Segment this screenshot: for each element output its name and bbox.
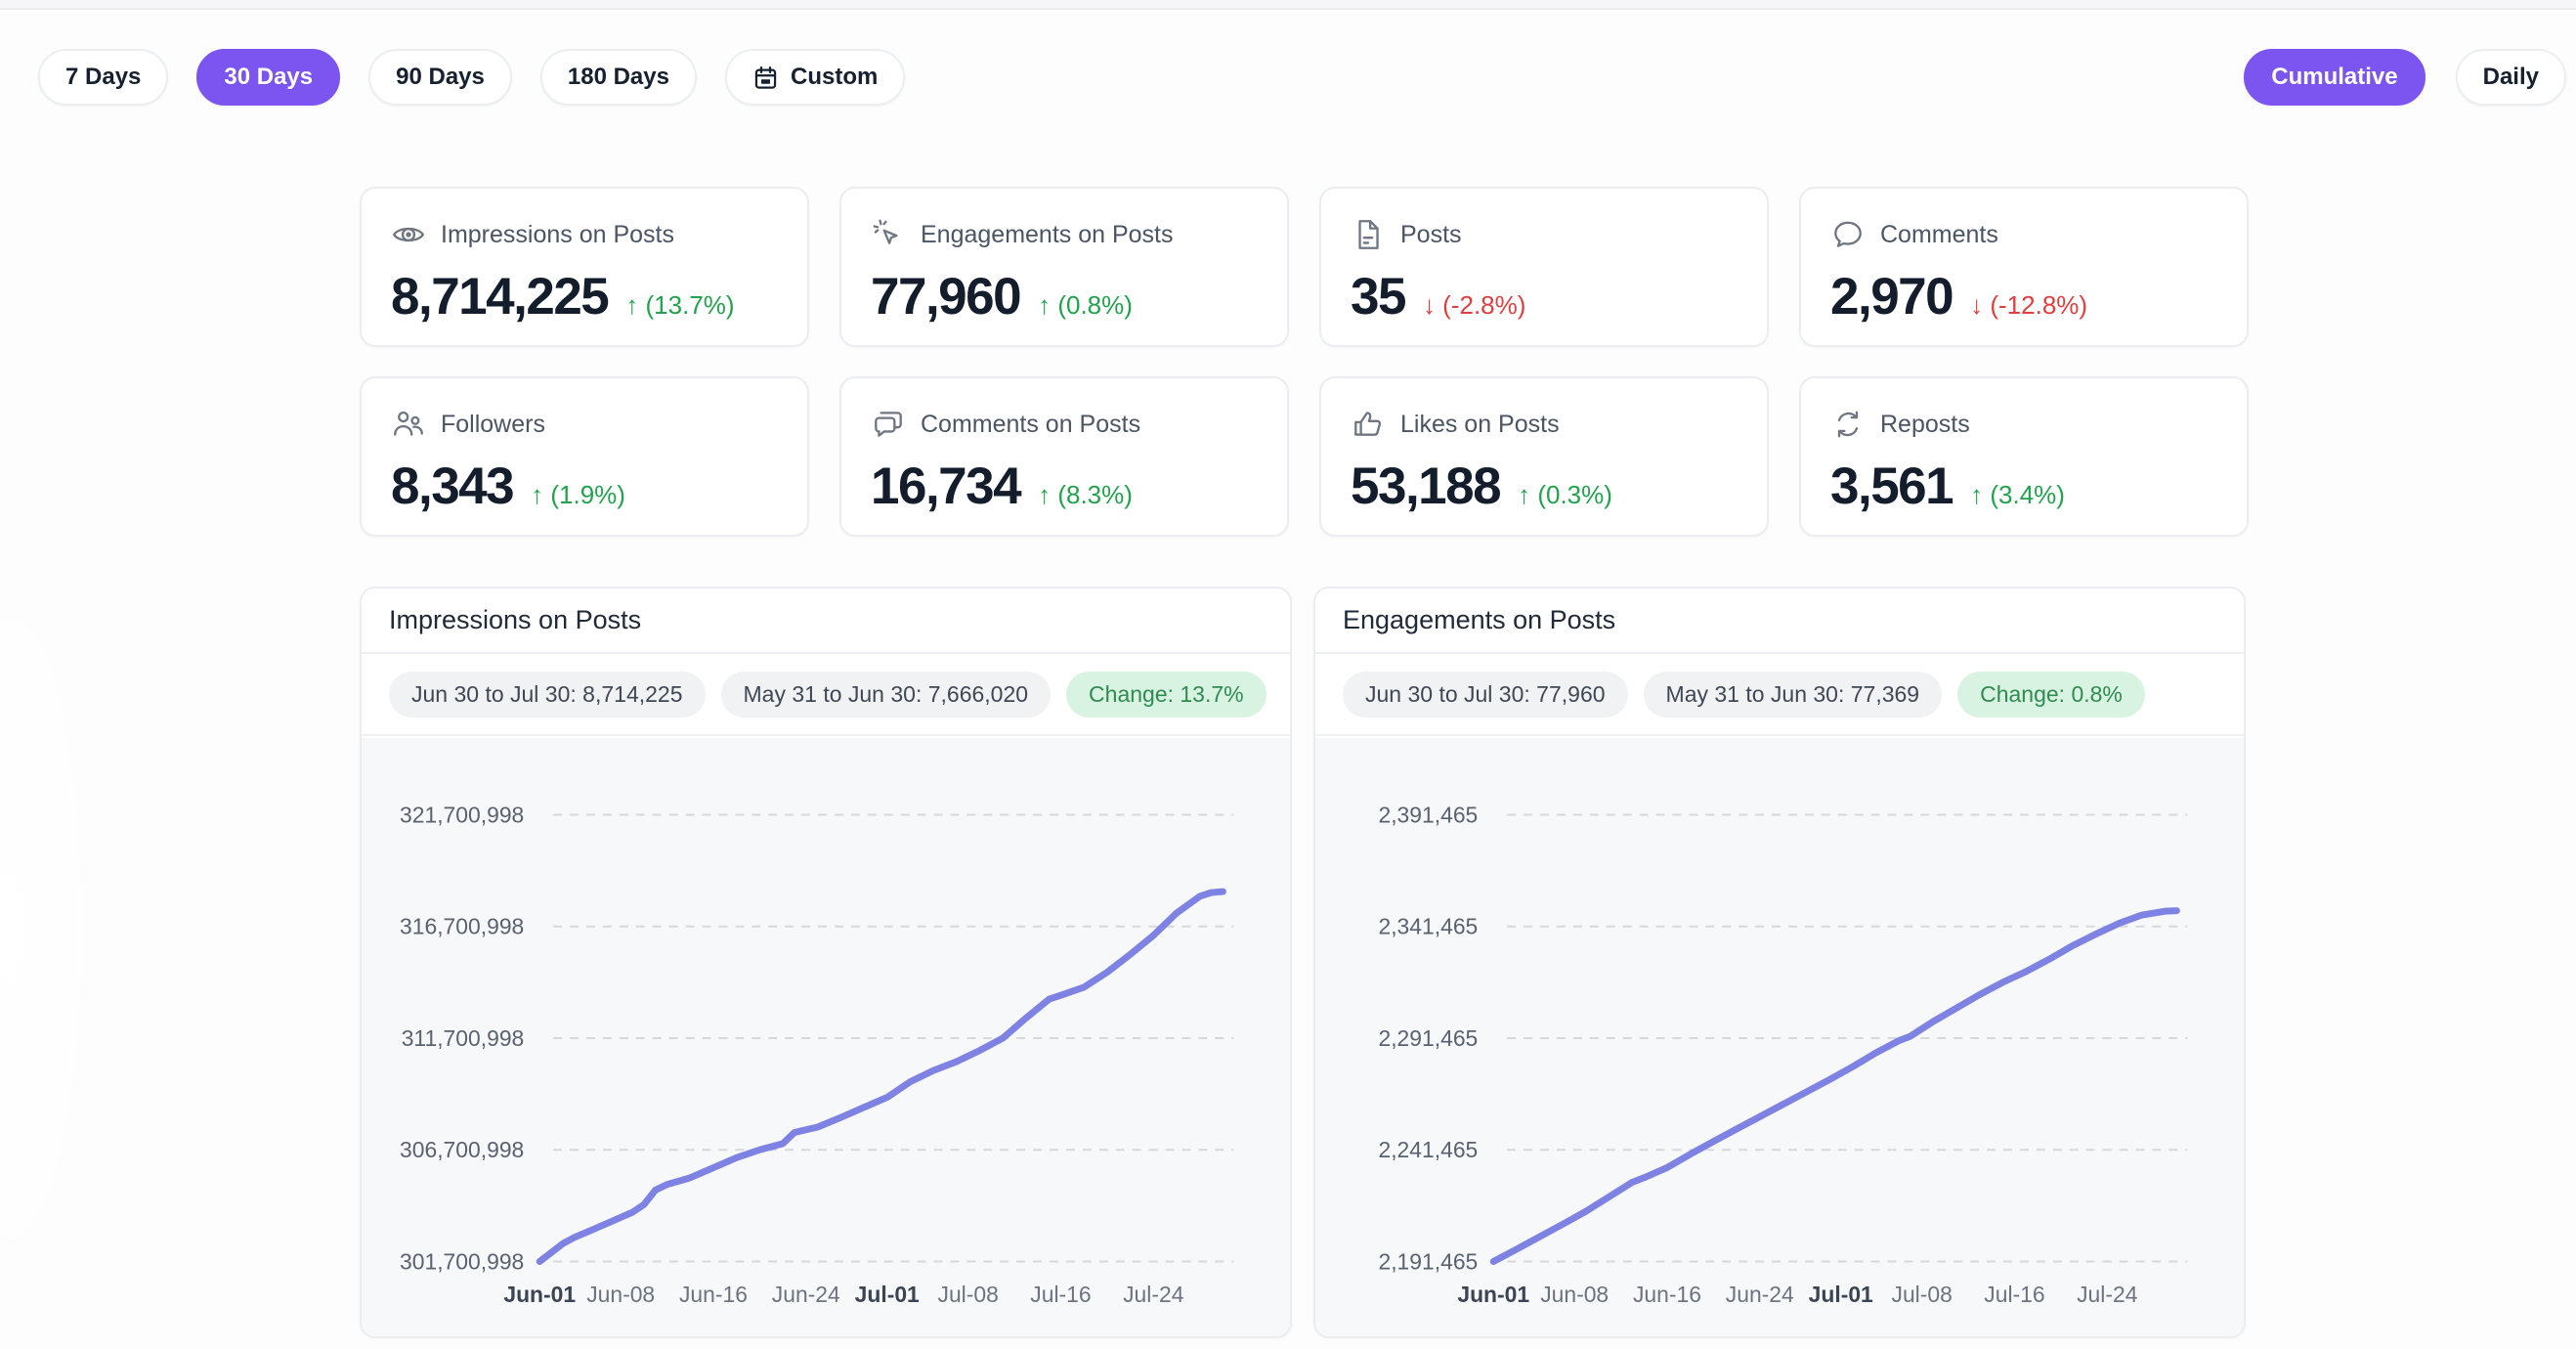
svg-text:Jul-01: Jul-01 — [855, 1282, 920, 1307]
stat-delta: ↓ (-2.8%) — [1423, 290, 1525, 321]
mode-button-cumulative[interactable]: Cumulative — [2244, 49, 2425, 106]
document-icon — [1351, 217, 1386, 252]
users-icon — [391, 407, 426, 442]
stat-card-likes: Likes on Posts 53,188 ↑ (0.3%) — [1319, 376, 1769, 537]
stat-card-reposts: Reposts 3,561 ↑ (3.4%) — [1799, 376, 2249, 537]
svg-text:2,241,465: 2,241,465 — [1378, 1137, 1478, 1162]
custom-range-button[interactable]: Custom — [725, 49, 905, 106]
stat-value: 8,714,225 — [391, 267, 608, 326]
svg-text:2,291,465: 2,291,465 — [1378, 1025, 1478, 1051]
svg-text:Jul-24: Jul-24 — [1123, 1282, 1184, 1307]
left-glow — [0, 508, 107, 1349]
stat-card-impressions: Impressions on Posts 8,714,225 ↑ (13.7%) — [360, 187, 809, 347]
stat-value: 16,734 — [871, 457, 1020, 516]
current-period-badge: Jun 30 to Jul 30: 77,960 — [1343, 672, 1628, 718]
chart-title: Impressions on Posts — [389, 605, 641, 635]
toolbar: 7 Days 30 Days 90 Days 180 Days Custom C… — [38, 49, 2566, 106]
stat-label: Impressions on Posts — [441, 221, 674, 249]
stat-value: 53,188 — [1351, 457, 1500, 516]
change-badge: Change: 0.8% — [1957, 672, 2145, 718]
svg-text:Jun-24: Jun-24 — [772, 1282, 840, 1307]
svg-text:321,700,998: 321,700,998 — [400, 802, 524, 827]
stat-delta: ↑ (13.7%) — [625, 290, 734, 321]
stat-label: Comments — [1880, 221, 1998, 249]
svg-text:Jul-01: Jul-01 — [1809, 1282, 1873, 1307]
stat-label: Engagements on Posts — [921, 221, 1174, 249]
svg-text:Jul-08: Jul-08 — [1892, 1282, 1953, 1307]
stat-delta: ↑ (0.8%) — [1038, 290, 1133, 321]
custom-range-label: Custom — [791, 64, 878, 91]
previous-period-badge: May 31 to Jun 30: 7,666,020 — [721, 672, 1052, 718]
stat-card-comments-on-posts: Comments on Posts 16,734 ↑ (8.3%) — [839, 376, 1289, 537]
click-icon — [871, 217, 906, 252]
svg-text:2,341,465: 2,341,465 — [1378, 914, 1478, 939]
stat-label: Likes on Posts — [1400, 411, 1560, 439]
svg-text:Jul-16: Jul-16 — [1030, 1282, 1091, 1307]
thumbs-up-icon — [1351, 407, 1386, 442]
svg-text:Jun-16: Jun-16 — [1633, 1282, 1701, 1307]
stat-value: 35 — [1351, 267, 1405, 326]
comment-icon — [1830, 217, 1866, 252]
svg-text:306,700,998: 306,700,998 — [400, 1137, 524, 1162]
svg-text:Jul-24: Jul-24 — [2077, 1282, 2138, 1307]
stat-label: Followers — [441, 411, 545, 439]
stat-delta: ↑ (8.3%) — [1038, 480, 1133, 510]
repost-icon — [1830, 407, 1866, 442]
stats-grid: Impressions on Posts 8,714,225 ↑ (13.7%)… — [360, 187, 2249, 537]
svg-text:2,391,465: 2,391,465 — [1378, 802, 1478, 827]
range-button-7-days[interactable]: 7 Days — [38, 49, 168, 106]
svg-text:2,191,465: 2,191,465 — [1378, 1248, 1478, 1274]
svg-text:311,700,998: 311,700,998 — [402, 1025, 525, 1051]
svg-text:Jun-01: Jun-01 — [503, 1282, 576, 1307]
svg-text:Jun-24: Jun-24 — [1726, 1282, 1794, 1307]
stat-delta: ↑ (3.4%) — [1970, 480, 2065, 510]
range-button-90-days[interactable]: 90 Days — [368, 49, 512, 106]
stat-value: 2,970 — [1830, 267, 1953, 326]
date-range-group: 7 Days 30 Days 90 Days 180 Days Custom — [38, 49, 905, 106]
stat-card-comments: Comments 2,970 ↓ (-12.8%) — [1799, 187, 2249, 347]
chart-card-impressions: Impressions on Posts Jun 30 to Jul 30: 8… — [360, 587, 1292, 1338]
stat-value: 77,960 — [871, 267, 1020, 326]
stat-delta: ↓ (-12.8%) — [1970, 290, 2087, 321]
stat-value: 8,343 — [391, 457, 513, 516]
range-button-30-days[interactable]: 30 Days — [196, 49, 340, 106]
svg-text:Jun-01: Jun-01 — [1457, 1282, 1529, 1307]
change-badge: Change: 13.7% — [1066, 672, 1267, 718]
svg-text:316,700,998: 316,700,998 — [400, 914, 524, 939]
mode-group: Cumulative Daily — [2244, 49, 2566, 106]
stat-value: 3,561 — [1830, 457, 1953, 516]
svg-text:Jun-16: Jun-16 — [679, 1282, 748, 1307]
stat-label: Reposts — [1880, 411, 1970, 439]
svg-text:Jun-08: Jun-08 — [586, 1282, 655, 1307]
svg-text:Jul-08: Jul-08 — [938, 1282, 999, 1307]
stat-card-engagements: Engagements on Posts 77,960 ↑ (0.8%) — [839, 187, 1289, 347]
stat-delta: ↑ (0.3%) — [1518, 480, 1612, 510]
eye-icon — [391, 217, 426, 252]
stat-delta: ↑ (1.9%) — [531, 480, 625, 510]
range-button-180-days[interactable]: 180 Days — [540, 49, 697, 106]
stat-card-followers: Followers 8,343 ↑ (1.9%) — [360, 376, 809, 537]
svg-text:301,700,998: 301,700,998 — [400, 1248, 524, 1274]
chart-card-engagements: Engagements on Posts Jun 30 to Jul 30: 7… — [1313, 587, 2246, 1338]
mode-button-daily[interactable]: Daily — [2456, 49, 2566, 106]
previous-period-badge: May 31 to Jun 30: 77,369 — [1644, 672, 1943, 718]
stat-label: Comments on Posts — [921, 411, 1140, 439]
current-period-badge: Jun 30 to Jul 30: 8,714,225 — [389, 672, 706, 718]
chart-title: Engagements on Posts — [1343, 605, 1615, 635]
svg-text:Jul-16: Jul-16 — [1984, 1282, 2044, 1307]
line-chart-engagements: 2,391,465 2,341,465 2,291,465 2,241,465 2,19… — [1315, 738, 2244, 1336]
stat-label: Posts — [1400, 221, 1462, 249]
svg-text:Jun-08: Jun-08 — [1540, 1282, 1609, 1307]
calendar-icon — [752, 65, 779, 91]
stat-card-posts: Posts 35 ↓ (-2.8%) — [1319, 187, 1769, 347]
line-chart-impressions: 321,700,998 316,700,998 311,700,998 306,700… — [362, 738, 1290, 1336]
top-divider — [0, 0, 2576, 10]
comments-icon — [871, 407, 906, 442]
